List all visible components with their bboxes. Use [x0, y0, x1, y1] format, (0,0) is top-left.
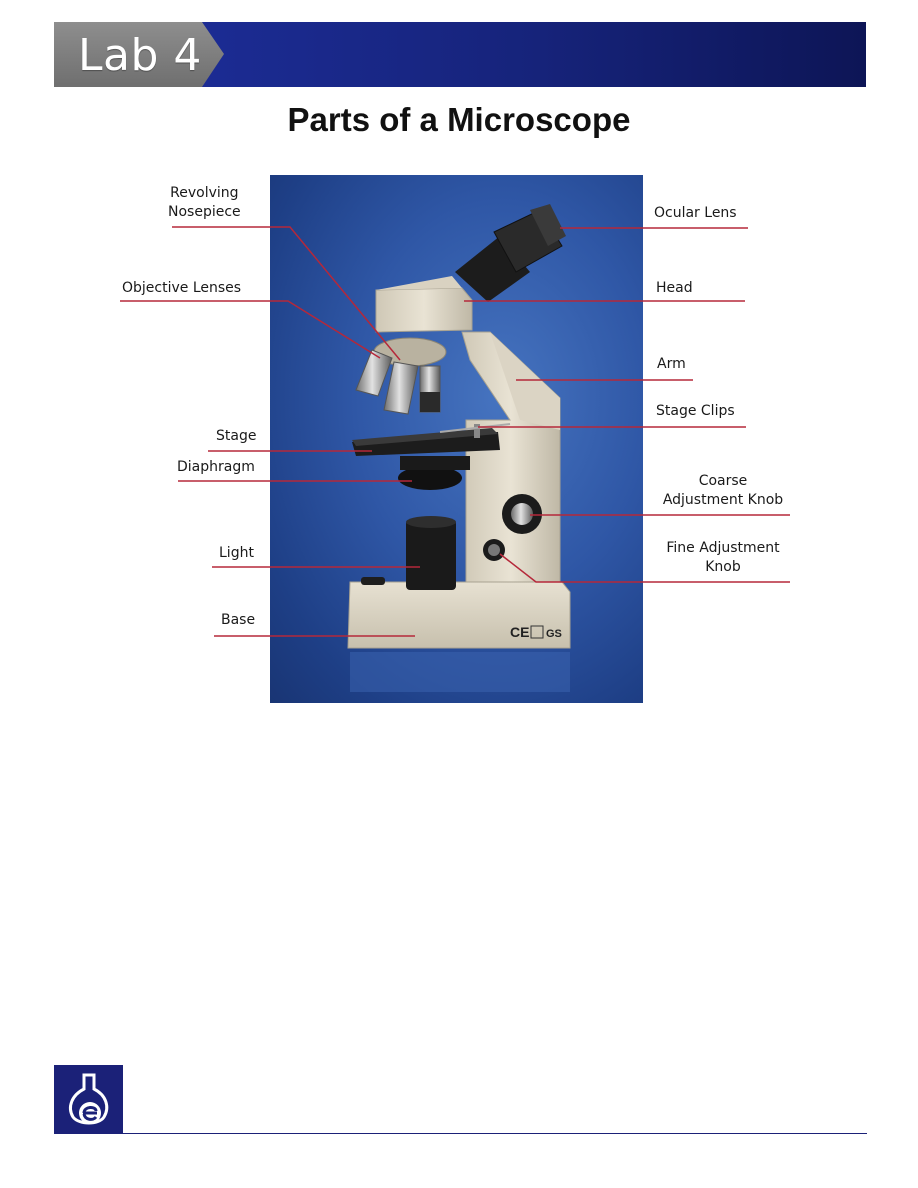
label-diaphragm: Diaphragm — [177, 459, 255, 475]
label-head: Head — [656, 280, 693, 296]
light-housing — [406, 520, 456, 590]
substage-block — [400, 456, 470, 470]
label-stage-clips: Stage Clips — [656, 403, 735, 419]
label-ocular-lens: Ocular Lens — [654, 205, 737, 221]
label-revolving-nosepiece: Revolving Nosepiece — [168, 185, 241, 220]
ce-mark: CE — [510, 624, 529, 640]
leader-objective-lenses — [120, 300, 381, 359]
microscope-diagram: CE GS — [120, 204, 790, 692]
flask-icon — [69, 1073, 109, 1125]
base-switch — [361, 577, 385, 585]
microscope-head — [375, 287, 473, 333]
label-arm: Arm — [657, 356, 686, 372]
label-objective-lenses: Objective Lenses — [122, 280, 242, 296]
label-stage: Stage — [216, 428, 257, 444]
label-light: Light — [219, 545, 254, 561]
label-fine-adjustment-knob: Fine Adjustment Knob — [666, 540, 780, 575]
gs-mark: GS — [546, 628, 562, 640]
stage-clip-post — [474, 424, 480, 438]
label-coarse-adjustment-knob: Coarse Adjustment Knob — [662, 473, 784, 508]
base-reflection — [350, 652, 570, 692]
footer-rule — [54, 1133, 867, 1134]
flask-logo — [54, 1065, 123, 1133]
label-base: Base — [221, 612, 256, 628]
